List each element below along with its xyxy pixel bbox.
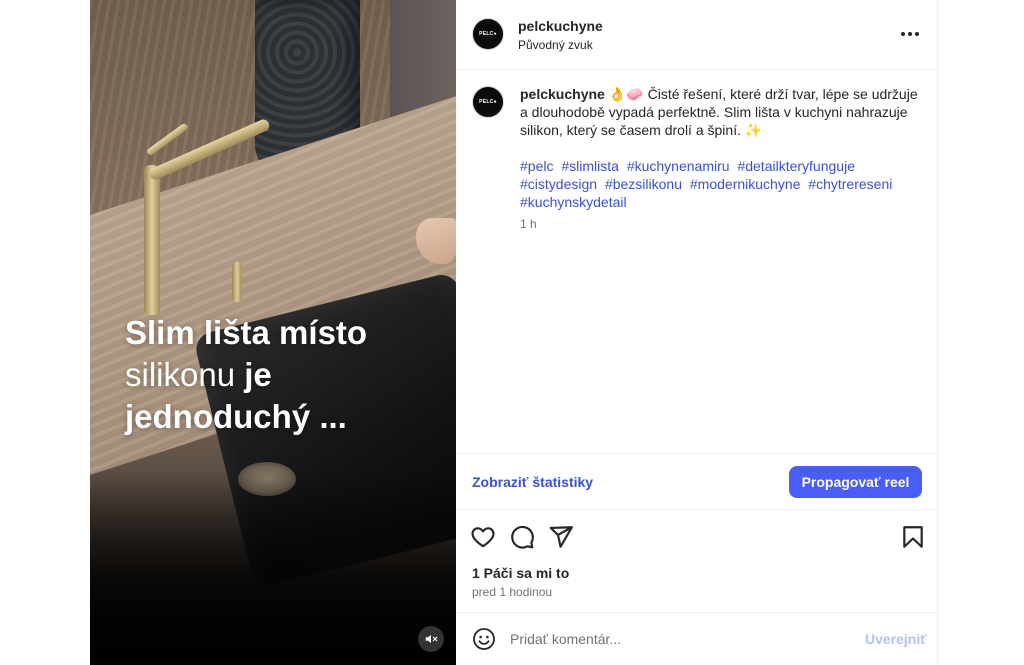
promote-reel-button[interactable]: Propagovať reel bbox=[789, 466, 922, 498]
likes-count[interactable]: 1 Páči sa mi to bbox=[472, 565, 569, 581]
action-bar bbox=[456, 520, 938, 556]
hashtag-list: #pelc #slimlista #kuchynenamiru #detailk… bbox=[520, 157, 920, 211]
post-date[interactable]: pred 1 hodinou bbox=[472, 585, 552, 599]
caption-avatar[interactable]: PELC● bbox=[472, 86, 504, 118]
comment-input[interactable] bbox=[510, 627, 850, 651]
overlay-line-2-bold: je bbox=[244, 356, 272, 393]
hashtag-link[interactable]: #cistydesign bbox=[520, 176, 597, 192]
overlay-line-3: jednoduchý ... bbox=[125, 398, 347, 435]
more-dot-icon bbox=[908, 32, 912, 36]
overlay-line-2: silikonu je bbox=[125, 354, 445, 396]
caption-username[interactable]: pelckuchyne bbox=[520, 86, 605, 102]
hashtag-link[interactable]: #pelc bbox=[520, 158, 553, 174]
hashtag-link[interactable]: #bezsilikonu bbox=[605, 176, 682, 192]
caption-area: PELC● pelckuchyne 👌🧼 Čisté řešení, které … bbox=[456, 70, 938, 453]
hashtag-link[interactable]: #kuchynenamiru bbox=[627, 158, 730, 174]
heart-icon[interactable] bbox=[470, 524, 496, 550]
share-icon[interactable] bbox=[548, 524, 574, 550]
overlay-line-2-light: silikonu bbox=[125, 356, 236, 393]
hashtag-link[interactable]: #modernikuchyne bbox=[690, 176, 801, 192]
video-faucet bbox=[144, 165, 160, 315]
avatar[interactable]: PELC● bbox=[472, 18, 504, 50]
view-insights-link[interactable]: Zobraziť štatistiky bbox=[472, 474, 593, 490]
more-dot-icon bbox=[915, 32, 919, 36]
post-header: PELC● pelckuchyne Původný zvuk bbox=[456, 0, 938, 70]
comment-bar: Uverejniť bbox=[456, 612, 938, 665]
emoji-icon[interactable] bbox=[472, 627, 496, 651]
audio-label[interactable]: Původný zvuk bbox=[518, 38, 593, 52]
more-dot-icon bbox=[901, 32, 905, 36]
video-overlay-text: Slim lišta místo silikonu je jednoduchý … bbox=[125, 312, 445, 438]
post-panel: PELC● pelckuchyne Původný zvuk PELC● pel… bbox=[456, 0, 938, 665]
reel-video[interactable]: Slim lišta místo silikonu je jednoduchý … bbox=[90, 0, 456, 665]
video-soap-dispenser bbox=[232, 262, 242, 302]
caption-text: pelckuchyne 👌🧼 Čisté řešení, které drží t… bbox=[520, 85, 920, 139]
caption-emojis: 👌🧼 bbox=[608, 86, 644, 102]
more-options-button[interactable] bbox=[896, 24, 924, 44]
video-bottom-shade bbox=[90, 470, 456, 665]
mute-button[interactable] bbox=[418, 626, 444, 652]
hashtag-link[interactable]: #chytrereseni bbox=[808, 176, 892, 192]
header-username[interactable]: pelckuchyne bbox=[518, 18, 603, 34]
caption-timestamp[interactable]: 1 h bbox=[520, 217, 537, 231]
overlay-line-1: Slim lišta místo bbox=[125, 314, 368, 351]
hashtag-link[interactable]: #kuchynskydetail bbox=[520, 194, 627, 210]
hashtag-link[interactable]: #detailkteryfunguje bbox=[737, 158, 855, 174]
hashtag-link[interactable]: #slimlista bbox=[561, 158, 619, 174]
speaker-muted-icon bbox=[425, 634, 438, 644]
post-comment-button[interactable]: Uverejniť bbox=[865, 631, 927, 647]
bookmark-icon[interactable] bbox=[900, 524, 926, 550]
sparkle-emoji: ✨ bbox=[744, 122, 763, 138]
insights-bar: Zobraziť štatistiky Propagovať reel bbox=[456, 453, 938, 510]
comment-icon[interactable] bbox=[509, 524, 535, 550]
